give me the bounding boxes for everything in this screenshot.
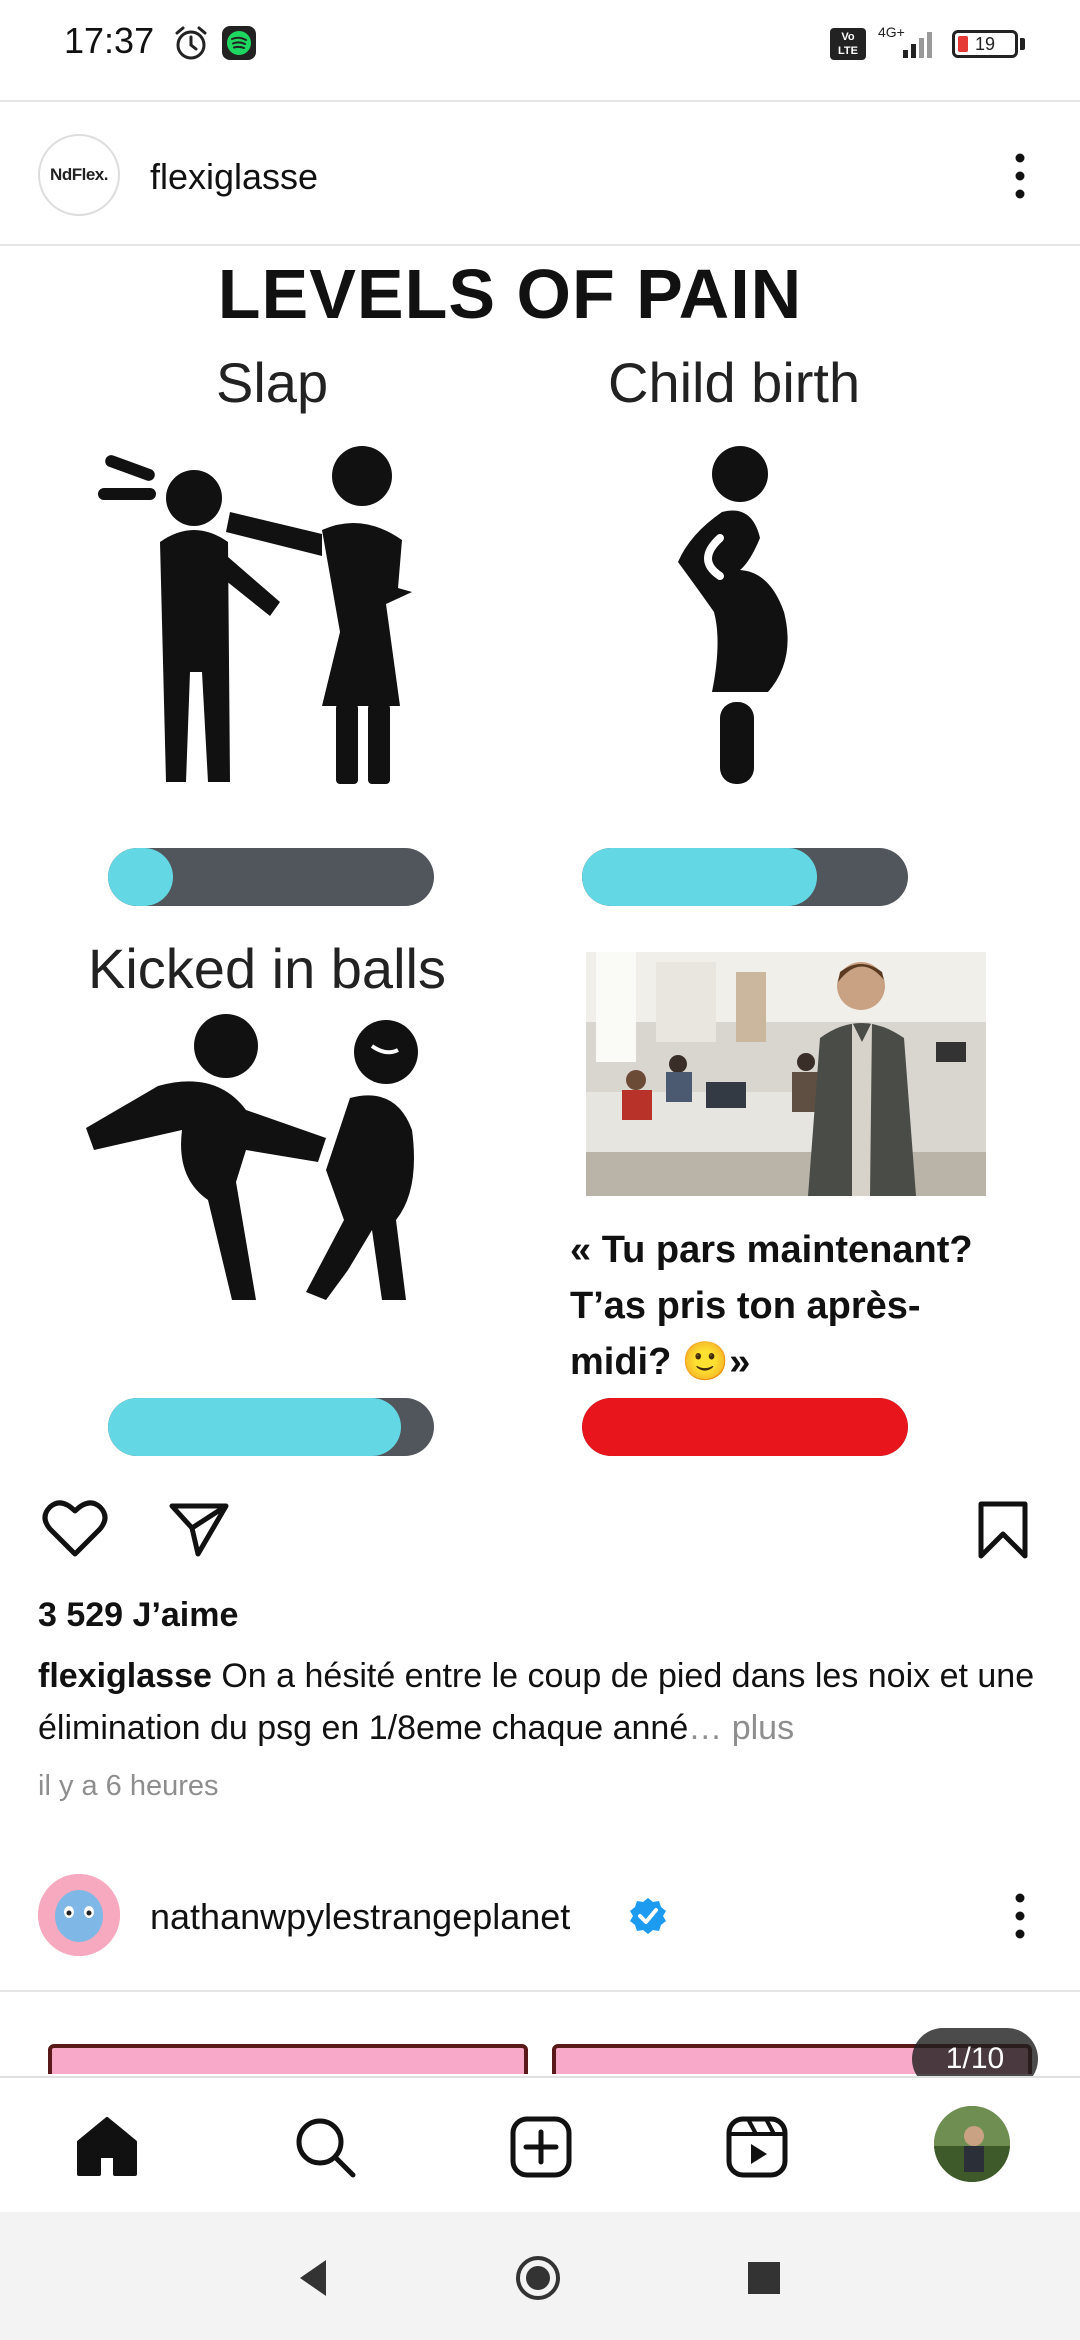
reels-icon <box>726 2116 788 2178</box>
alien-avatar-icon <box>38 1874 120 1956</box>
status-time: 17:37 <box>64 20 155 61</box>
post-header: NdFlex. flexiglasse <box>0 104 1080 246</box>
avatar[interactable]: NdFlex. <box>38 134 120 216</box>
spotify-icon <box>222 26 256 60</box>
meme-quote: « Tu pars maintenant? T’as pris ton aprè… <box>570 1229 973 1383</box>
comic-panel <box>48 2044 528 2074</box>
back-button[interactable] <box>290 2254 338 2302</box>
avatar-logo-text: NdFlex. <box>50 165 108 184</box>
nav-reels[interactable] <box>722 2112 792 2182</box>
post-caption[interactable]: flexiglasse On a hésité entre le coup de… <box>38 1650 1048 1754</box>
next-post-username[interactable]: nathanwpylestrangeplanet <box>150 1896 570 1938</box>
home-button[interactable] <box>514 2254 562 2302</box>
recents-button[interactable] <box>740 2254 788 2302</box>
alarm-icon <box>175 26 207 60</box>
nav-search[interactable] <box>290 2112 360 2182</box>
previous-post-edge <box>0 72 1080 102</box>
post-image[interactable]: LEVELS OF PAIN Slap Child birth Kicked i… <box>0 246 1080 1466</box>
meme-title: LEVELS OF PAIN <box>217 255 803 333</box>
battery-level: 19 <box>974 34 996 54</box>
pain-bar-slap-fill <box>108 848 174 906</box>
profile-avatar[interactable] <box>934 2106 1010 2182</box>
pain-bar-child-birth-fill <box>582 848 817 906</box>
search-icon <box>296 2118 356 2178</box>
profile-photo-icon <box>934 2106 1010 2182</box>
like-heart-icon[interactable] <box>42 1498 108 1558</box>
new-post-icon <box>510 2116 572 2178</box>
home-icon <box>77 2117 137 2176</box>
child-birth-pictogram <box>678 446 788 784</box>
pain-bar-kicked <box>108 1398 434 1456</box>
caption-more-link[interactable]: plus <box>732 1709 794 1747</box>
bookmark-icon[interactable] <box>976 1500 1030 1560</box>
office-photo <box>586 952 986 1196</box>
status-bar: 17:37 Vo LTE 4G+ 19 <box>0 0 1080 72</box>
caption-ellipsis: … <box>688 1709 732 1747</box>
panel-label-kicked: Kicked in balls <box>88 937 446 1000</box>
pain-bar-slap <box>108 848 434 906</box>
pain-bar-leaving-early <box>582 1398 908 1456</box>
battery-icon: 19 <box>952 30 1018 58</box>
verified-badge-icon <box>630 1898 666 1934</box>
caption-username[interactable]: flexiglasse <box>38 1657 212 1695</box>
next-post-avatar[interactable] <box>38 1874 120 1956</box>
post-username[interactable]: flexiglasse <box>150 156 318 198</box>
system-navigation-bar <box>0 2212 1080 2340</box>
nav-home[interactable] <box>72 2112 142 2182</box>
more-options-icon[interactable] <box>1000 150 1040 202</box>
pain-bar-kicked-fill <box>108 1398 402 1456</box>
slap-pictogram <box>98 446 412 784</box>
next-post-more-options-icon[interactable] <box>1000 1890 1040 1942</box>
share-send-icon[interactable] <box>168 1500 230 1558</box>
post-timestamp: il y a 6 heures <box>38 1770 219 1802</box>
panel-label-slap: Slap <box>216 351 329 414</box>
signal-icon <box>903 32 932 58</box>
nav-new-post[interactable] <box>506 2112 576 2182</box>
volte-badge: Vo LTE <box>830 28 866 60</box>
bottom-navigation <box>0 2076 1080 2212</box>
kicked-pictogram <box>86 1014 418 1300</box>
post-actions <box>0 1466 1080 1586</box>
next-post-header: nathanwpylestrangeplanet <box>0 1860 1080 1992</box>
pain-bar-leaving-early-fill <box>582 1398 908 1456</box>
pain-bar-child-birth <box>582 848 908 906</box>
panel-label-child-birth: Child birth <box>608 351 861 414</box>
battery-tip <box>1020 38 1025 50</box>
like-count[interactable]: 3 529 J’aime <box>38 1596 238 1635</box>
